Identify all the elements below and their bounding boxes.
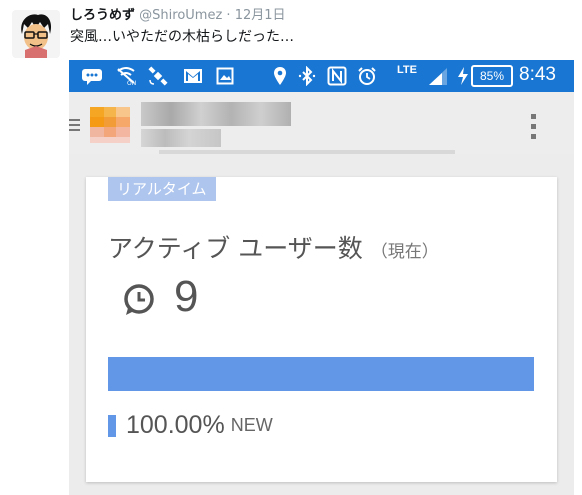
- metric-title: アクティブ ユーザー数: [108, 234, 363, 263]
- clock-icon: [122, 283, 156, 321]
- avatar[interactable]: [12, 10, 60, 58]
- tweet-header: しろうめず @ShiroUmez · 12月1日: [70, 7, 286, 25]
- menu-icon[interactable]: [69, 119, 81, 133]
- location-icon: [272, 66, 288, 86]
- overflow-menu-icon[interactable]: [531, 114, 537, 142]
- status-bar: ON LTE 85% 8:43: [69, 60, 574, 92]
- gmail-icon: [182, 66, 204, 86]
- legend: 100.00% NEW: [108, 411, 273, 440]
- realtime-card[interactable]: リアルタイム アクティブ ユーザー数 （現在） 9 100.00% NEW: [86, 177, 557, 482]
- battery-level: 85%: [479, 69, 505, 83]
- app-bar: [69, 92, 574, 154]
- gps-icon: [147, 66, 169, 86]
- separator: ·: [226, 8, 231, 23]
- svg-text:ON: ON: [127, 80, 136, 86]
- new-users-bar-fill: [108, 357, 534, 391]
- display-name[interactable]: しろうめず: [70, 8, 135, 23]
- attached-screenshot[interactable]: ON LTE 85% 8:43 リアルタイム アクティブ ユーザー数 （現在） …: [69, 60, 574, 495]
- hangouts-icon: [81, 66, 103, 86]
- tweet-date[interactable]: 12月1日: [235, 8, 286, 23]
- charging-icon: [457, 66, 469, 86]
- legend-label: NEW: [230, 415, 273, 435]
- lte-label: LTE: [397, 64, 417, 76]
- battery-icon: 85%: [471, 65, 513, 87]
- nfc-icon: [327, 66, 347, 86]
- tweet-text: 突風…いやただの木枯らしだった…: [70, 29, 294, 45]
- active-user-count: 9: [174, 272, 199, 321]
- bluetooth-icon: [297, 66, 317, 86]
- legend-swatch: [108, 414, 116, 437]
- realtime-tag: リアルタイム: [108, 177, 216, 201]
- legend-percent: 100.00%: [126, 411, 225, 439]
- blurred-underline: [159, 150, 455, 154]
- metric-subtitle: （現在）: [370, 242, 439, 262]
- property-logo: [90, 107, 130, 147]
- status-time: 8:43: [519, 64, 556, 85]
- blurred-account-name: [141, 102, 291, 126]
- blurred-property-name: [141, 129, 221, 147]
- signal-off-icon: ON: [115, 66, 137, 86]
- user-handle[interactable]: @ShiroUmez: [139, 8, 222, 23]
- alarm-icon: [357, 66, 377, 86]
- image-icon: [214, 66, 236, 86]
- new-users-bar: [108, 357, 534, 391]
- metric-heading: アクティブ ユーザー数 （現在）: [108, 229, 439, 265]
- cell-signal-icon: [426, 66, 450, 86]
